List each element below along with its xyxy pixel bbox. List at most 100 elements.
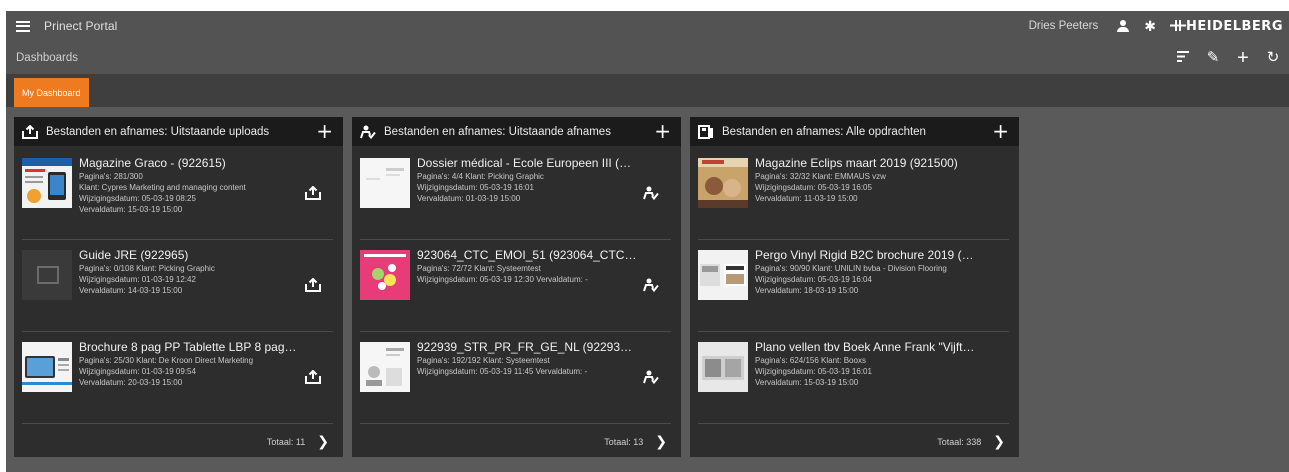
item-due: Vervaldatum: 20-03-19 15:00: [79, 378, 183, 387]
app-title: Prinect Portal: [44, 19, 118, 33]
total-count: Totaal: 11: [266, 437, 306, 447]
item-modified: Wijzigingsdatum: 05-03-19 16:05: [755, 183, 872, 192]
add-icon[interactable]: +: [1235, 48, 1251, 68]
dashboards-label: Dashboards: [16, 51, 79, 64]
dashboard-panels: Bestanden en afnames: Uitstaande uploads…: [6, 107, 1289, 472]
top-bar: Prinect Portal Dries Peeters ✱ HEIDELBER…: [6, 11, 1289, 41]
panel-header: Bestanden en afnames: Alle opdrachten +: [690, 117, 1019, 146]
list-item[interactable]: Magazine Graco - (922615) Pagina's: 281/…: [22, 148, 333, 240]
chevron-right-icon[interactable]: ❯: [655, 434, 667, 450]
tab-my-dashboard[interactable]: My Dashboard: [14, 78, 89, 107]
item-pages: Pagina's: 281/300: [79, 172, 143, 181]
thumbnail-booklet: [360, 342, 410, 392]
panel-footer: Totaal: 13 ❯: [360, 427, 671, 457]
item-name[interactable]: 923064_CTC_EMOI_51 (923064_CTC_EMOI_51): [417, 248, 637, 262]
list-item[interactable]: 922939_STR_PR_FR_GE_NL (922939_STR_PR_FR…: [360, 332, 671, 424]
item-due: Vervaldatum: 01-03-19 15:00: [417, 194, 521, 203]
approve-icon[interactable]: [643, 186, 659, 201]
approve-icon[interactable]: [643, 370, 659, 385]
thumbnail-document: [360, 158, 410, 208]
panel-header: Bestanden en afnames: Uitstaande uploads…: [14, 117, 343, 146]
heidelberg-mark-icon: [1169, 19, 1186, 31]
image-placeholder-icon: [22, 250, 72, 300]
tab-bar: My Dashboard: [6, 74, 1289, 107]
total-count: Totaal: 13: [604, 437, 644, 447]
item-due: Vervaldatum: 18-03-19 15:00: [755, 286, 859, 295]
panel-title: Bestanden en afnames: Uitstaande uploads: [46, 125, 270, 138]
item-due: Vervaldatum: 15-03-19 15:00: [755, 378, 859, 387]
item-pages-client: Pagina's: 90/90 Klant: UNILIN bvba - Div…: [755, 264, 947, 273]
refresh-icon[interactable]: ↻: [1265, 50, 1281, 65]
item-name[interactable]: Dossier médical - Ecole Europeen III (92…: [417, 156, 637, 170]
documents-icon: [698, 124, 714, 139]
panel-all-jobs: Bestanden en afnames: Alle opdrachten + …: [690, 117, 1019, 457]
item-due: Vervaldatum: 14-03-19 15:00: [79, 286, 183, 295]
item-name[interactable]: Magazine Graco - (922615): [79, 156, 299, 170]
total-count: Totaal: 338: [937, 437, 982, 447]
thumbnail-plano-sheets: [698, 342, 748, 392]
sort-icon[interactable]: [1175, 50, 1191, 65]
item-modified: Wijzigingsdatum: 01-03-19 09:54: [79, 367, 196, 376]
chevron-right-icon[interactable]: ❯: [993, 434, 1005, 450]
item-modified: Wijzigingsdatum: 01-03-19 12:42: [79, 275, 196, 284]
item-pages-client: Pagina's: 624/156 Klant: Booxs: [755, 356, 866, 365]
list-item[interactable]: Dossier médical - Ecole Europeen III (92…: [360, 148, 671, 240]
list-item[interactable]: Plano vellen tbv Boek Anne Frank "Vijfti…: [698, 332, 1009, 424]
user-name[interactable]: Dries Peeters: [1029, 20, 1099, 32]
item-pages-client: Pagina's: 0/108 Klant: Picking Graphic: [79, 264, 215, 273]
upload-tray-icon: [22, 124, 38, 139]
upload-icon[interactable]: [305, 185, 321, 200]
panel-add-button[interactable]: +: [992, 121, 1009, 141]
chevron-right-icon[interactable]: ❯: [317, 434, 329, 450]
item-modified: Wijzigingsdatum: 05-03-19 08:25: [79, 194, 196, 203]
thumbnail-magazine: [22, 158, 72, 208]
thumbnail-eclips-magazine: [698, 158, 748, 208]
panel-add-button[interactable]: +: [316, 121, 333, 141]
list-item[interactable]: Guide JRE (922965) Pagina's: 0/108 Klant…: [22, 240, 333, 332]
panel-title: Bestanden en afnames: Alle opdrachten: [722, 125, 926, 138]
item-name[interactable]: Plano vellen tbv Boek Anne Frank "Vijfti…: [755, 340, 975, 354]
user-icon[interactable]: [1116, 19, 1130, 33]
list-item[interactable]: 923064_CTC_EMOI_51 (923064_CTC_EMOI_51) …: [360, 240, 671, 332]
list-item[interactable]: Magazine Eclips maart 2019 (921500) Pagi…: [698, 148, 1009, 240]
edit-icon[interactable]: ✎: [1205, 50, 1221, 65]
panel-outstanding-approvals: Bestanden en afnames: Uitstaande afnames…: [352, 117, 681, 457]
item-modified-due: Wijzigingsdatum: 05-03-19 12:30 Vervalda…: [417, 275, 588, 284]
item-name[interactable]: Magazine Eclips maart 2019 (921500): [755, 156, 975, 170]
app-window: Prinect Portal Dries Peeters ✱ HEIDELBER…: [6, 11, 1289, 472]
item-modified-due: Wijzigingsdatum: 05-03-19 11:45 Vervalda…: [417, 367, 588, 376]
panel-add-button[interactable]: +: [654, 121, 671, 141]
thumbnail-pink-cover: [360, 250, 410, 300]
item-pages-client: Pagina's: 72/72 Klant: Systeemtest: [417, 264, 541, 273]
item-modified: Wijzigingsdatum: 05-03-19 16:04: [755, 275, 872, 284]
upload-icon[interactable]: [305, 369, 321, 384]
item-pages-client: Pagina's: 4/4 Klant: Picking Graphic: [417, 172, 544, 181]
hamburger-menu-icon[interactable]: [16, 20, 30, 32]
heidelberg-logo: HEIDELBERG: [1169, 18, 1283, 34]
item-name[interactable]: 922939_STR_PR_FR_GE_NL (922939_STR_PR_FR…: [417, 340, 637, 354]
panel-footer: Totaal: 11 ❯: [22, 427, 333, 457]
item-name[interactable]: Brochure 8 pag PP Tablette LBP 8 pag (92…: [79, 340, 299, 354]
gear-icon[interactable]: ✱: [1144, 19, 1156, 33]
panel-outstanding-uploads: Bestanden en afnames: Uitstaande uploads…: [14, 117, 343, 457]
panel-title: Bestanden en afnames: Uitstaande afnames: [384, 125, 611, 138]
list-item[interactable]: Brochure 8 pag PP Tablette LBP 8 pag (92…: [22, 332, 333, 424]
item-due: Vervaldatum: 11-03-19 15:00: [755, 194, 858, 203]
item-pages-client: Pagina's: 192/192 Klant: Systeemtest: [417, 356, 550, 365]
item-pages-client: Pagina's: 25/30 Klant: De Kroon Direct M…: [79, 356, 254, 365]
approval-person-icon: [360, 125, 376, 139]
item-modified: Wijzigingsdatum: 05-03-19 16:01: [417, 183, 534, 192]
upload-icon[interactable]: [305, 277, 321, 292]
approve-icon[interactable]: [643, 278, 659, 293]
sort-lines: [1177, 51, 1189, 62]
panel-footer: Totaal: 338 ❯: [698, 427, 1009, 457]
dashboard-bar: Dashboards ✎ + ↻: [6, 41, 1289, 74]
panel-header: Bestanden en afnames: Uitstaande afnames…: [352, 117, 681, 146]
item-client: Klant: Cypres Marketing and managing con…: [79, 183, 246, 192]
item-due: Vervaldatum: 15-03-19 15:00: [79, 205, 183, 214]
item-name[interactable]: Pergo Vinyl Rigid B2C brochure 2019 (922…: [755, 248, 975, 262]
logo-text: HEIDELBERG: [1185, 18, 1283, 34]
item-name[interactable]: Guide JRE (922965): [79, 248, 299, 262]
list-item[interactable]: Pergo Vinyl Rigid B2C brochure 2019 (922…: [698, 240, 1009, 332]
item-pages-client: Pagina's: 32/32 Klant: EMMAUS vzw: [755, 172, 886, 181]
